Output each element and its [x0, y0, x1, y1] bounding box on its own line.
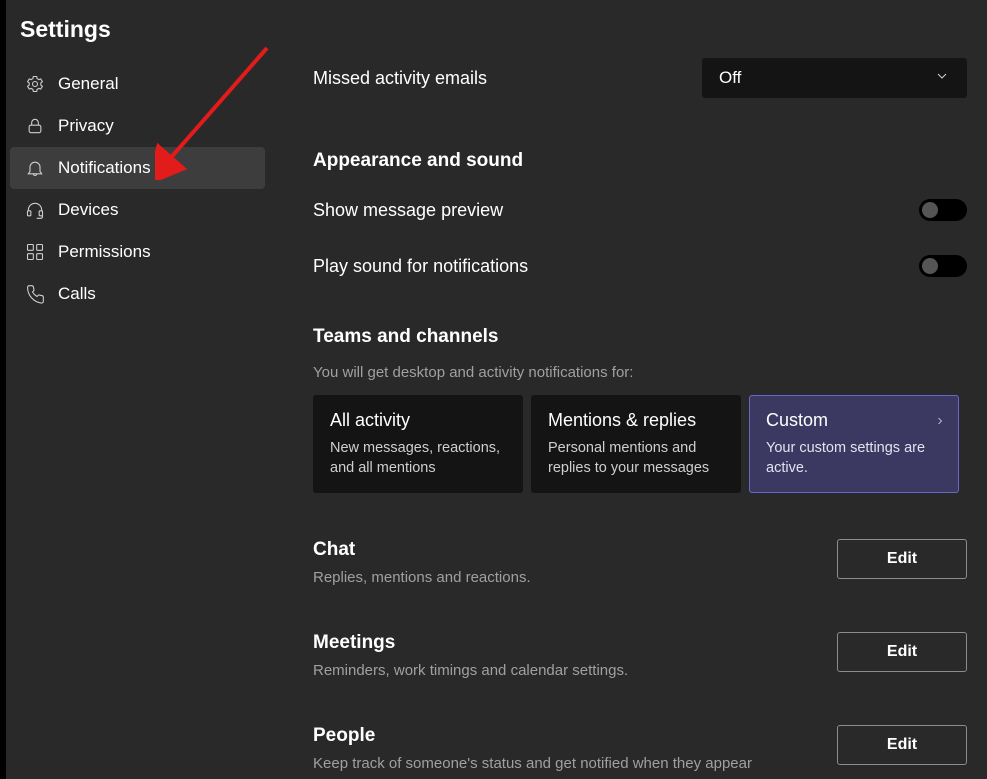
sidebar-item-label: Permissions [58, 242, 151, 262]
card-custom[interactable]: Custom Your custom settings are active. [749, 395, 959, 493]
sidebar-item-devices[interactable]: Devices [10, 189, 265, 231]
meetings-desc: Reminders, work timings and calendar set… [313, 662, 628, 679]
card-mentions-replies[interactable]: Mentions & replies Personal mentions and… [531, 395, 741, 493]
lock-icon [24, 115, 46, 137]
sidebar-item-calls[interactable]: Calls [10, 273, 265, 315]
card-title: Custom [766, 410, 942, 431]
card-desc: Personal mentions and replies to your me… [548, 439, 724, 478]
card-all-activity[interactable]: All activity New messages, reactions, an… [313, 395, 523, 493]
chat-edit-button[interactable]: Edit [837, 539, 967, 579]
teams-channels-heading: Teams and channels [313, 326, 967, 348]
dropdown-value: Off [719, 68, 741, 88]
gear-icon [24, 73, 46, 95]
sidebar-item-label: Calls [58, 284, 96, 304]
bell-icon [24, 157, 46, 179]
headset-icon [24, 199, 46, 221]
sidebar-item-label: Devices [58, 200, 118, 220]
sidebar-item-label: General [58, 74, 118, 94]
chat-title: Chat [313, 539, 531, 561]
play-sound-label: Play sound for notifications [313, 256, 528, 277]
meetings-title: Meetings [313, 632, 628, 654]
chevron-right-icon [934, 414, 946, 432]
sidebar-item-permissions[interactable]: Permissions [10, 231, 265, 273]
sidebar: Settings General Privacy Notifications D… [6, 0, 269, 779]
people-edit-button[interactable]: Edit [837, 725, 967, 765]
missed-activity-label: Missed activity emails [313, 68, 487, 89]
people-desc: Keep track of someone's status and get n… [313, 755, 752, 772]
show-preview-label: Show message preview [313, 200, 503, 221]
card-title: Mentions & replies [548, 410, 724, 431]
sidebar-item-notifications[interactable]: Notifications [10, 147, 265, 189]
sidebar-item-privacy[interactable]: Privacy [10, 105, 265, 147]
sidebar-item-label: Privacy [58, 116, 114, 136]
apps-icon [24, 241, 46, 263]
phone-icon [24, 283, 46, 305]
main-content: Missed activity emails Off Appearance an… [269, 0, 987, 779]
chat-desc: Replies, mentions and reactions. [313, 569, 531, 586]
teams-channels-sub: You will get desktop and activity notifi… [313, 364, 967, 381]
people-title: People [313, 725, 752, 747]
sidebar-item-label: Notifications [58, 158, 151, 178]
missed-activity-dropdown[interactable]: Off [702, 58, 967, 98]
meetings-edit-button[interactable]: Edit [837, 632, 967, 672]
teams-channels-cards: All activity New messages, reactions, an… [313, 395, 967, 493]
card-title: All activity [330, 410, 506, 431]
settings-title: Settings [6, 6, 269, 63]
chevron-down-icon [934, 68, 950, 89]
card-desc: Your custom settings are active. [766, 439, 942, 478]
appearance-heading: Appearance and sound [313, 150, 967, 172]
play-sound-toggle[interactable] [919, 255, 967, 277]
show-preview-toggle[interactable] [919, 199, 967, 221]
sidebar-item-general[interactable]: General [10, 63, 265, 105]
card-desc: New messages, reactions, and all mention… [330, 439, 506, 478]
